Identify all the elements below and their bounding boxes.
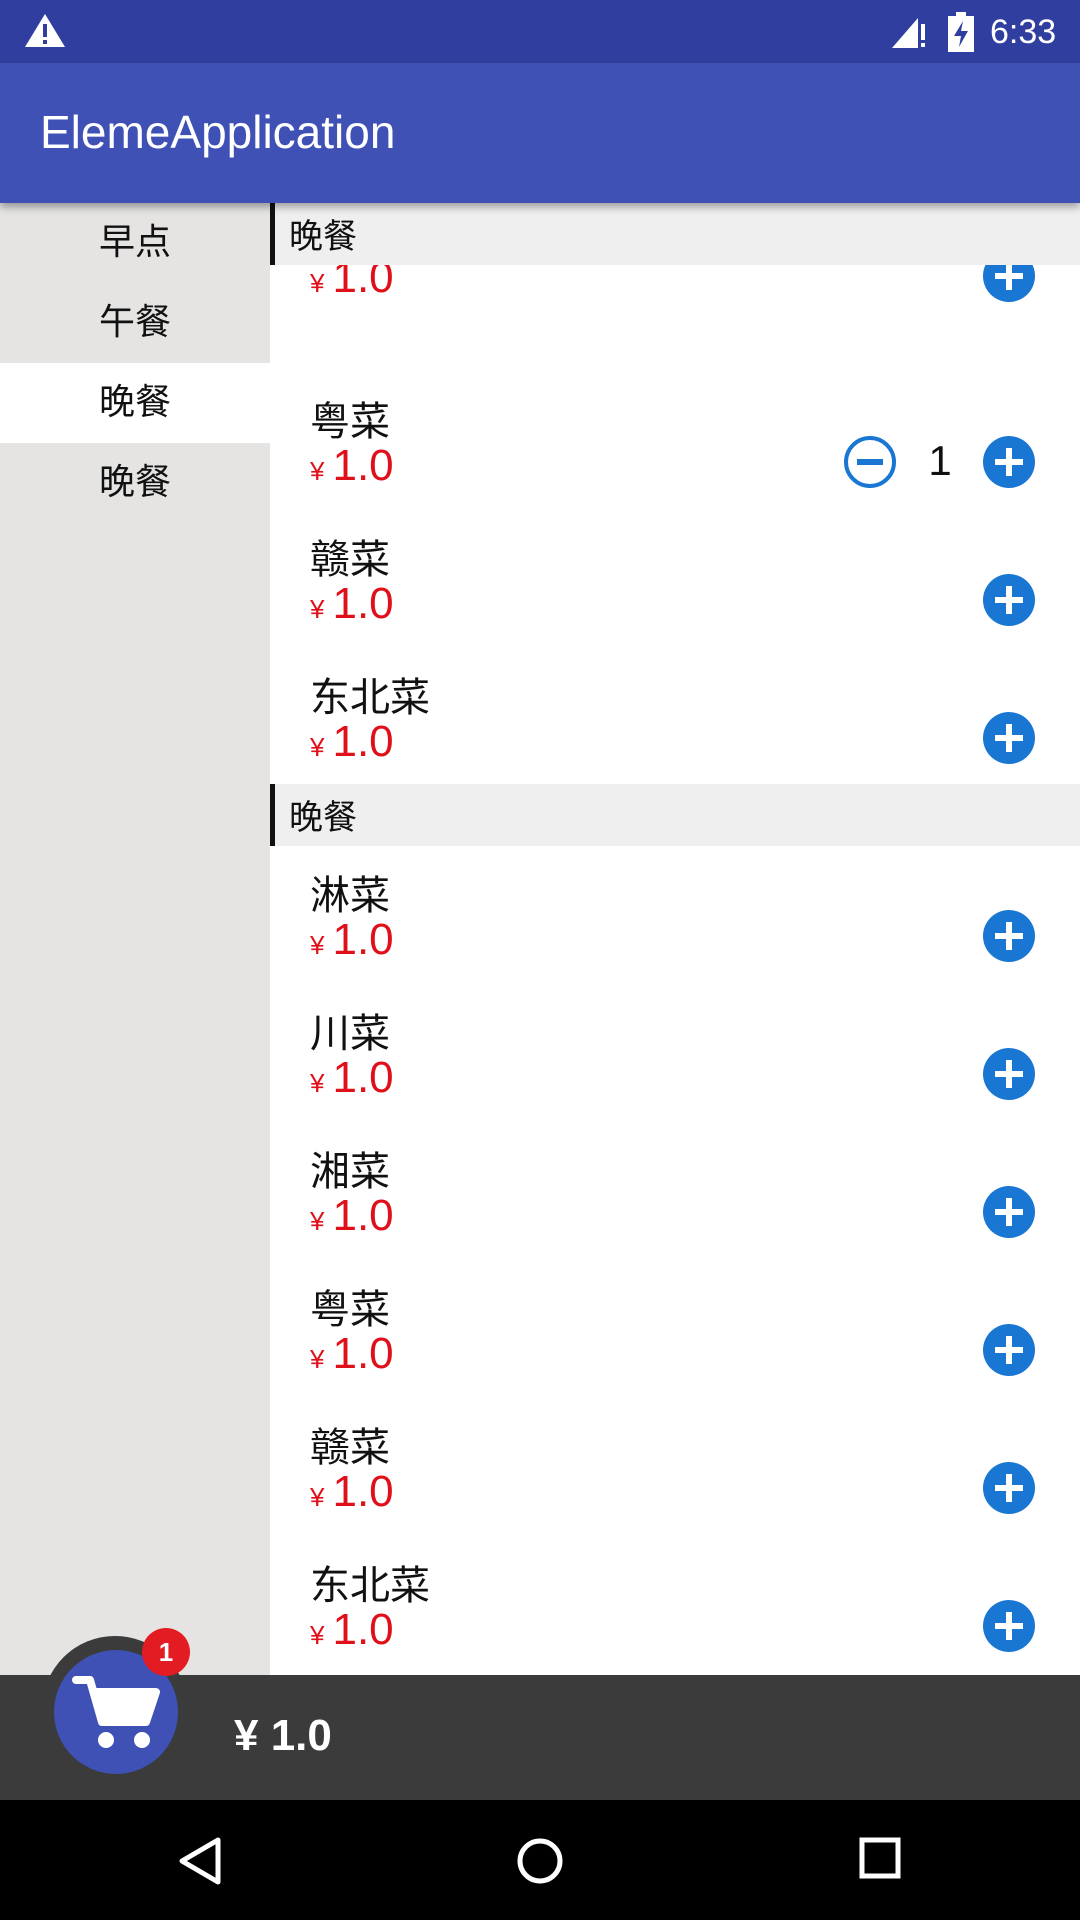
list-item: 东北菜 ¥1.0 — [270, 1553, 1080, 1675]
quantity-count: 1 — [928, 437, 952, 484]
add-icon[interactable] — [982, 435, 1036, 489]
list-item: 湘菜 ¥1.0 — [270, 1139, 1080, 1277]
add-icon[interactable] — [982, 909, 1036, 963]
dish-name: 粤菜 — [310, 399, 390, 445]
add-icon[interactable] — [982, 1185, 1036, 1239]
dish-price: ¥1.0 — [310, 579, 394, 628]
dish-price: ¥1.0 — [310, 717, 394, 766]
add-icon[interactable] — [982, 573, 1036, 627]
list-item: 赣菜 ¥1.0 — [270, 1415, 1080, 1553]
dish-price: ¥1.0 — [310, 1605, 394, 1654]
dish-price: ¥1.0 — [310, 1191, 394, 1240]
list-item: 粤菜 ¥1.0 — [270, 1277, 1080, 1415]
warning-icon — [25, 14, 65, 47]
section-header-sticky: 晚餐 — [270, 203, 1080, 265]
list-item: 赣菜 ¥1.0 — [270, 527, 1080, 665]
dish-name: 东北菜 — [310, 675, 430, 721]
recents-icon[interactable] — [858, 1836, 902, 1880]
cart-total: ¥ 1.0 — [234, 1711, 332, 1760]
dish-name: 赣菜 — [310, 1425, 390, 1471]
dish-price: ¥1.0 — [310, 1467, 394, 1516]
minus-icon[interactable] — [843, 435, 897, 489]
sidebar-item-lunch[interactable]: 午餐 — [0, 283, 270, 363]
list-item: 淋菜 ¥1.0 — [270, 863, 1080, 1001]
dish-price: ¥1.0 — [310, 1329, 394, 1378]
back-icon[interactable] — [176, 1836, 224, 1886]
dish-price: ¥1.0 — [310, 1053, 394, 1102]
battery-icon — [948, 12, 974, 52]
status-bar: 6:33 — [0, 0, 1080, 63]
sidebar-item-dinner-2[interactable]: 晚餐 — [0, 443, 270, 523]
sidebar-item-breakfast[interactable]: 早点 — [0, 203, 270, 283]
system-nav-bar — [0, 1800, 1080, 1920]
list-item: 粤菜 ¥1.0 1 — [270, 389, 1080, 527]
category-sidebar: 早点 午餐 晚餐 晚餐 — [0, 203, 270, 1675]
cart-icon — [72, 1676, 160, 1748]
list-item: 川菜 ¥1.0 — [270, 1001, 1080, 1139]
dish-price: ¥1.0 — [310, 915, 394, 964]
add-icon[interactable] — [982, 711, 1036, 765]
sidebar-item-dinner[interactable]: 晚餐 — [0, 363, 270, 443]
app-title: ElemeApplication — [40, 106, 396, 158]
add-icon[interactable] — [982, 1323, 1036, 1377]
add-icon[interactable] — [982, 1461, 1036, 1515]
dish-name: 川菜 — [310, 1011, 390, 1057]
add-icon[interactable] — [982, 1599, 1036, 1653]
cart-count-badge: 1 — [142, 1628, 190, 1676]
section-header: 晚餐 — [270, 784, 1080, 846]
signal-icon — [892, 18, 925, 48]
home-icon[interactable] — [515, 1836, 565, 1886]
dish-name: 东北菜 — [310, 1563, 430, 1609]
section-title: 晚餐 — [289, 798, 357, 838]
dish-list[interactable]: 湘菜 ¥1.0 粤菜 ¥1.0 1 赣菜 ¥1.0 东北菜 — [270, 203, 1080, 1675]
dish-price: ¥1.0 — [310, 441, 394, 490]
dish-name: 粤菜 — [310, 1287, 390, 1333]
add-icon[interactable] — [982, 1047, 1036, 1101]
dish-name: 湘菜 — [310, 1149, 390, 1195]
clock: 6:33 — [990, 13, 1057, 51]
list-item: 东北菜 ¥1.0 — [270, 665, 1080, 803]
dish-name: 赣菜 — [310, 537, 390, 583]
dish-name: 淋菜 — [310, 873, 390, 919]
section-title: 晚餐 — [289, 217, 357, 257]
app-bar: ElemeApplication — [0, 63, 1080, 203]
